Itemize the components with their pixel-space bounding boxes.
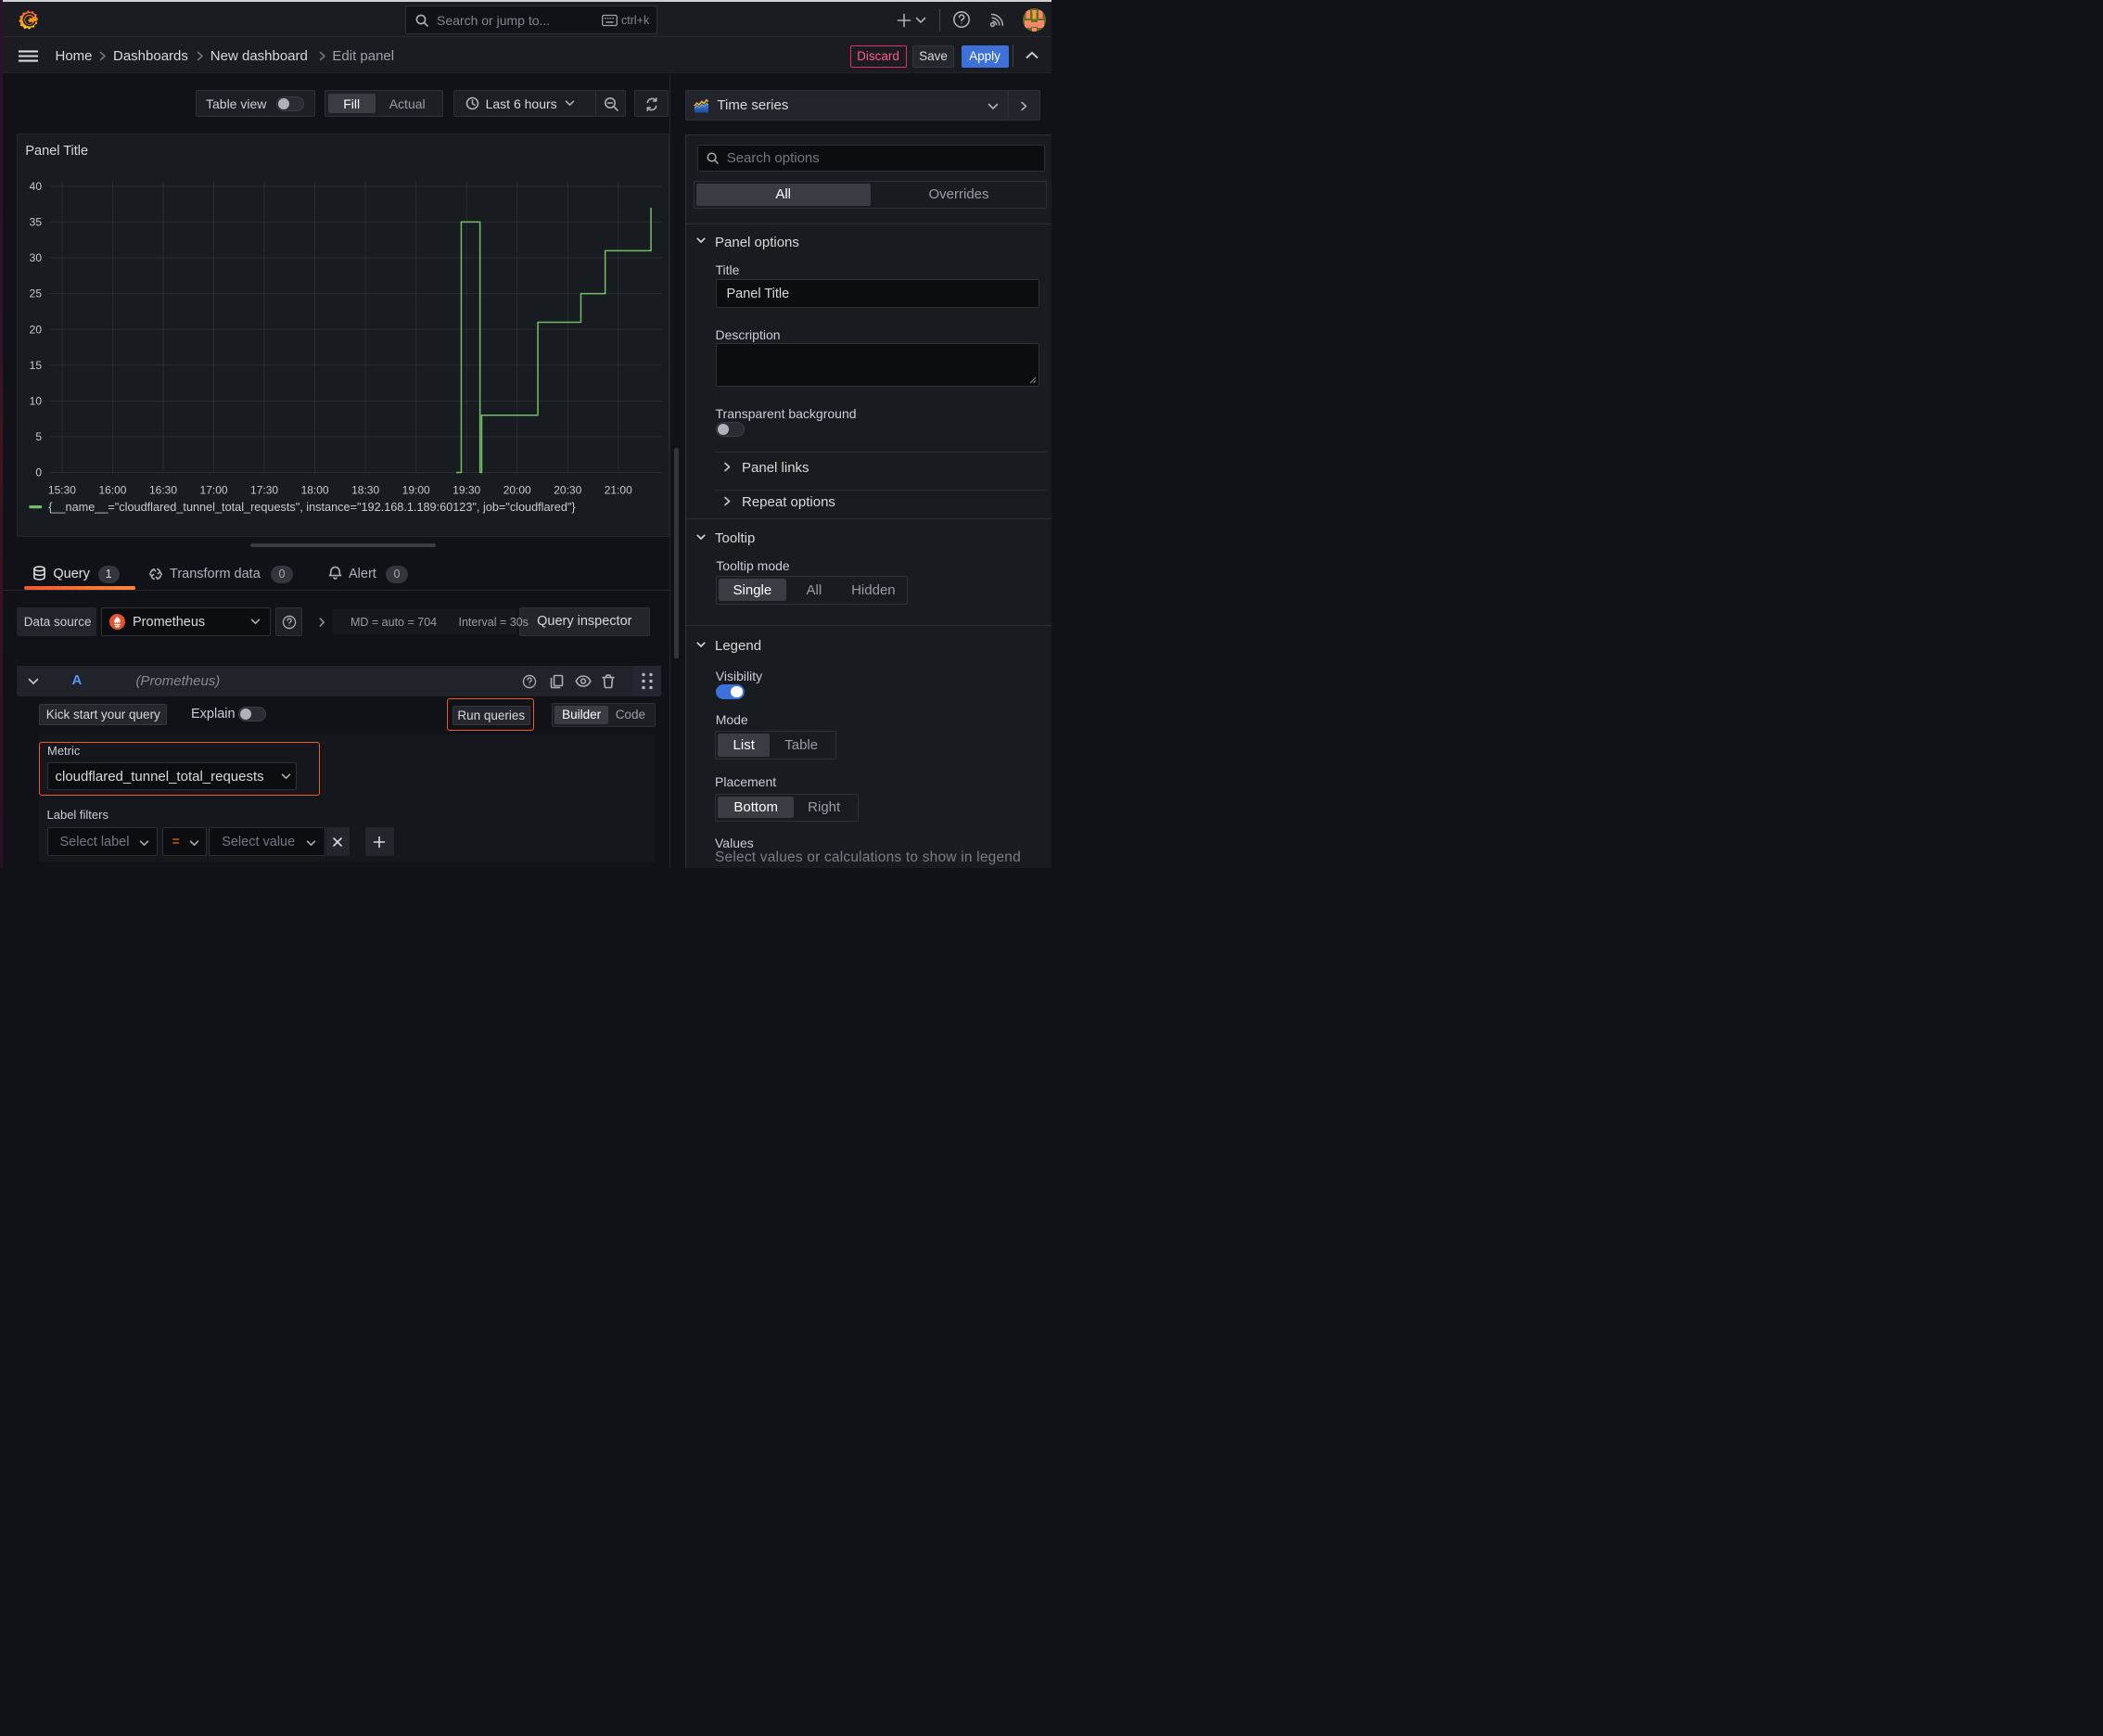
svg-text:17:30: 17:30 [250,483,278,496]
svg-text:19:00: 19:00 [401,483,429,496]
svg-text:15:30: 15:30 [48,483,76,496]
svg-text:0: 0 [35,466,42,479]
svg-text:35: 35 [29,215,42,228]
svg-text:19:30: 19:30 [452,483,480,496]
svg-text:40: 40 [29,180,42,193]
svg-text:25: 25 [29,287,42,300]
svg-text:20:00: 20:00 [503,483,530,496]
svg-text:17:00: 17:00 [199,483,227,496]
svg-text:21:00: 21:00 [605,483,632,496]
svg-text:5: 5 [35,430,42,443]
svg-text:30: 30 [29,251,42,264]
svg-text:16:00: 16:00 [98,483,126,496]
svg-text:20: 20 [29,323,42,336]
svg-text:{__name__="cloudflared_tunnel_: {__name__="cloudflared_tunnel_total_requ… [48,500,576,513]
svg-text:20:30: 20:30 [554,483,581,496]
svg-text:10: 10 [29,394,42,407]
svg-text:16:30: 16:30 [149,483,177,496]
svg-text:15: 15 [29,358,42,371]
svg-text:18:30: 18:30 [351,483,379,496]
svg-text:18:00: 18:00 [300,483,328,496]
